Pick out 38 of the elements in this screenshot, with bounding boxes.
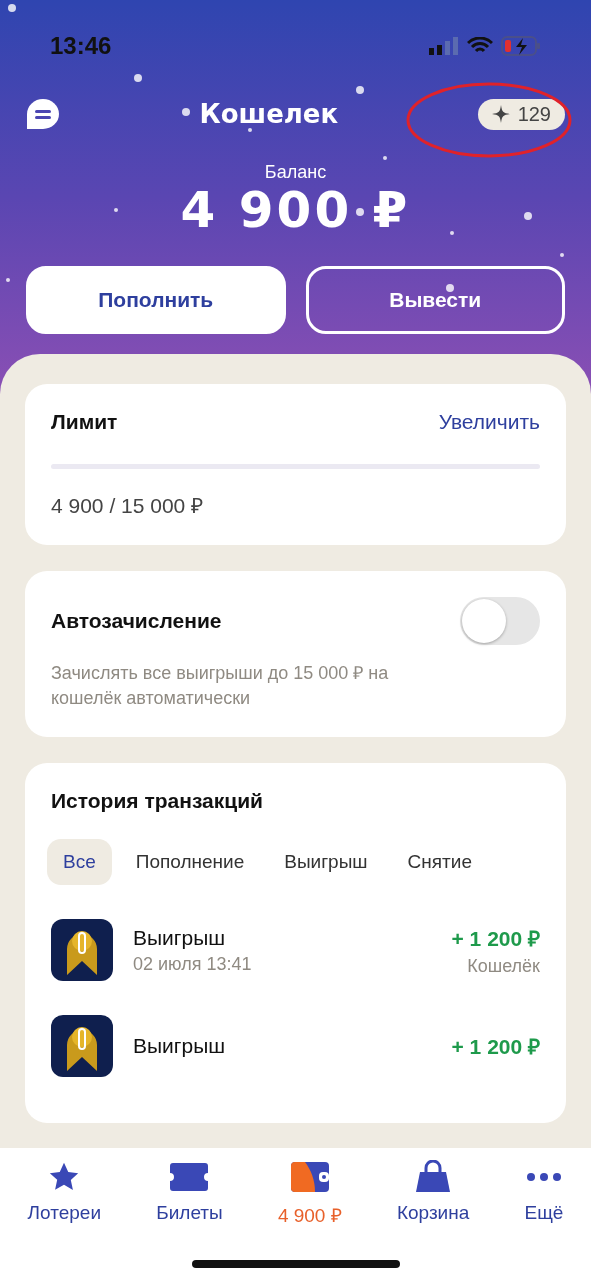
- filter-tab[interactable]: Выигрыш: [268, 839, 384, 886]
- auto-credit-title: Автозачисление: [51, 609, 222, 633]
- filter-tab[interactable]: Пополнение: [119, 839, 261, 886]
- transaction-account: Кошелёк: [467, 955, 540, 977]
- auto-credit-description: Зачислять все выигрыши до 15 000 ₽ на кошелёк автоматически: [51, 662, 390, 711]
- balance-amount: 4 900 ₽: [180, 183, 411, 238]
- increase-link[interactable]: Увеличить: [438, 410, 540, 434]
- wifi-icon: [467, 37, 493, 55]
- history-title: История транзакций: [51, 789, 263, 813]
- transaction-date: 02 июля 13:41: [133, 953, 253, 975]
- balance-label: Баланс: [264, 162, 327, 183]
- tab-bar-item[interactable]: Билеты: [156, 1158, 223, 1228]
- wallet-icon: [290, 1162, 329, 1192]
- tab-bar-item[interactable]: Ещё: [524, 1158, 564, 1228]
- filter-tab[interactable]: Все: [47, 839, 112, 886]
- more-icon: [525, 1172, 562, 1182]
- battery-icon: [501, 36, 541, 56]
- limit-reading: 4 900 / 15 000 ₽: [51, 494, 204, 517]
- status-time: 13:46: [50, 32, 112, 60]
- tab-bar-item[interactable]: Лотереи: [27, 1158, 101, 1228]
- transaction-amount: + 1 200 ₽: [451, 925, 540, 952]
- lottery-app-icon: [51, 919, 113, 982]
- page-title: Кошелек: [199, 99, 339, 129]
- signal-icon: [429, 37, 459, 55]
- chat-icon[interactable]: [26, 98, 60, 130]
- lottery-app-icon: [51, 1015, 113, 1078]
- filter-tab[interactable]: Снятие: [391, 839, 488, 886]
- tab-bar-item[interactable]: Корзина: [396, 1158, 470, 1228]
- auto-credit-toggle[interactable]: [460, 597, 540, 645]
- limit-title: Лимит: [51, 410, 118, 434]
- withdraw-button[interactable]: Вывести: [305, 266, 565, 334]
- ticket-icon: [170, 1163, 209, 1191]
- transaction-amount: + 1 200 ₽: [451, 1034, 540, 1061]
- top-up-button[interactable]: Пополнить: [26, 266, 286, 334]
- transaction-title: Выигрыш: [133, 1034, 227, 1059]
- bag-icon: [415, 1160, 452, 1194]
- transaction-title: Выигрыш: [133, 925, 227, 950]
- points-badge[interactable]: 129: [477, 98, 565, 130]
